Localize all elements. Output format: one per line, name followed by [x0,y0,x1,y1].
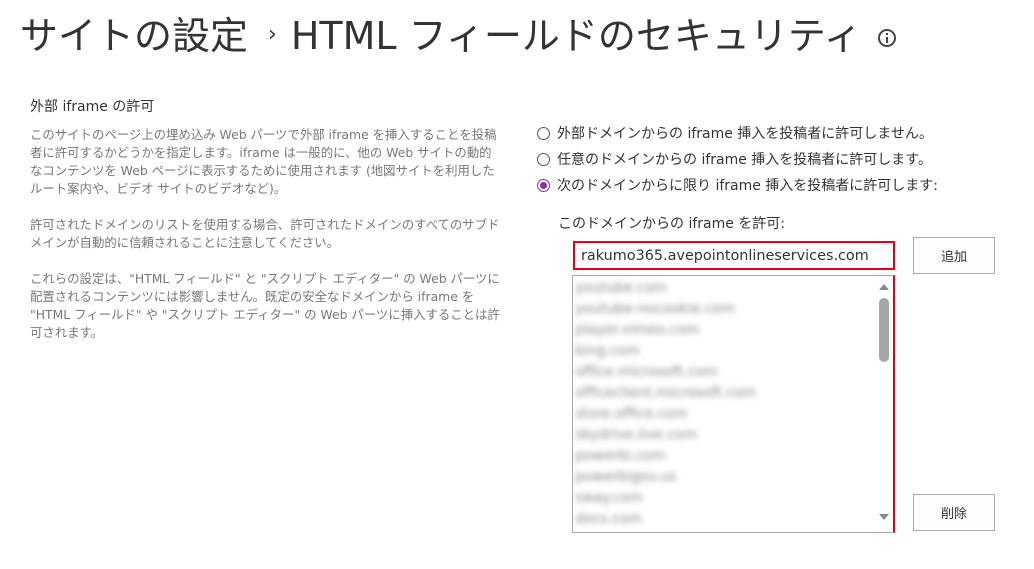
radio-button[interactable] [537,152,550,166]
radio-option-deny[interactable]: 外部ドメインからの iframe 挿入を投稿者に許可しません。 [537,120,1017,146]
list-item[interactable]: powerbigov.us [575,467,873,488]
info-icon[interactable] [877,29,896,47]
radio-option-allow-listed[interactable]: 次のドメインからに限り iframe 挿入を投稿者に許可します: [537,172,1017,198]
list-scrollbar[interactable] [875,276,893,532]
description-paragraph-1: このサイトのページ上の埋め込み Web パーツで外部 iframe を挿入するこ… [30,127,497,196]
list-item[interactable]: skydrive.live.com [575,425,873,446]
scroll-up-icon[interactable] [879,284,889,290]
scroll-down-icon[interactable] [879,514,889,520]
list-item[interactable]: store.office.com [575,404,873,425]
list-item[interactable]: officeclient.microsoft.com [575,383,873,404]
list-item[interactable]: youtube.com [575,278,873,299]
list-item[interactable]: bing.com [575,341,873,362]
radio-label: 次のドメインからに限り iframe 挿入を投稿者に許可します: [557,178,939,194]
list-item[interactable]: office.microsoft.com [575,362,873,383]
radio-option-allow-any[interactable]: 任意のドメインからの iframe 挿入を投稿者に許可します。 [537,146,1017,172]
list-item[interactable]: docs.com [575,509,873,530]
description-paragraph-2: 許可されたドメインのリストを使用する場合、許可されたドメインのすべてのサブドメイ… [30,217,500,250]
iframe-options: 外部ドメインからの iframe 挿入を投稿者に許可しません。 任意のドメインか… [537,120,1017,198]
section-title: 外部 iframe の許可 [30,99,155,115]
page-header: サイトの設定 › HTML フィールドのセキュリティ [20,6,896,58]
remove-button[interactable]: 削除 [913,494,995,531]
domain-input[interactable] [573,241,895,270]
scrollbar-thumb[interactable] [879,298,889,362]
description-paragraph-3: これらの設定は、"HTML フィールド" と "スクリプト エディター" の W… [30,271,500,340]
radio-label: 外部ドメインからの iframe 挿入を投稿者に許可しません。 [557,126,933,142]
breadcrumb-parent-title[interactable]: サイトの設定 [20,5,248,60]
add-button[interactable]: 追加 [913,237,995,274]
section-description: 外部 iframe の許可 このサイトのページ上の埋め込み Web パーツで外部… [30,96,500,360]
list-item[interactable]: player.vimeo.com [575,320,873,341]
page-title: HTML フィールドのセキュリティ [290,13,862,58]
allowed-domains-list[interactable]: youtube.com youtube-nocookie.com player.… [572,275,895,533]
radio-button-selected[interactable] [537,178,550,192]
allow-domains-label: このドメインからの iframe を許可: [558,216,786,232]
list-item[interactable]: powerbi.com [575,446,873,467]
list-item[interactable]: sway.com [575,488,873,509]
breadcrumb-separator-icon: › [268,21,277,47]
radio-label: 任意のドメインからの iframe 挿入を投稿者に許可します。 [557,152,932,168]
list-item[interactable]: youtube-nocookie.com [575,299,873,320]
radio-button[interactable] [537,126,550,140]
domain-list-items: youtube.com youtube-nocookie.com player.… [575,276,873,532]
